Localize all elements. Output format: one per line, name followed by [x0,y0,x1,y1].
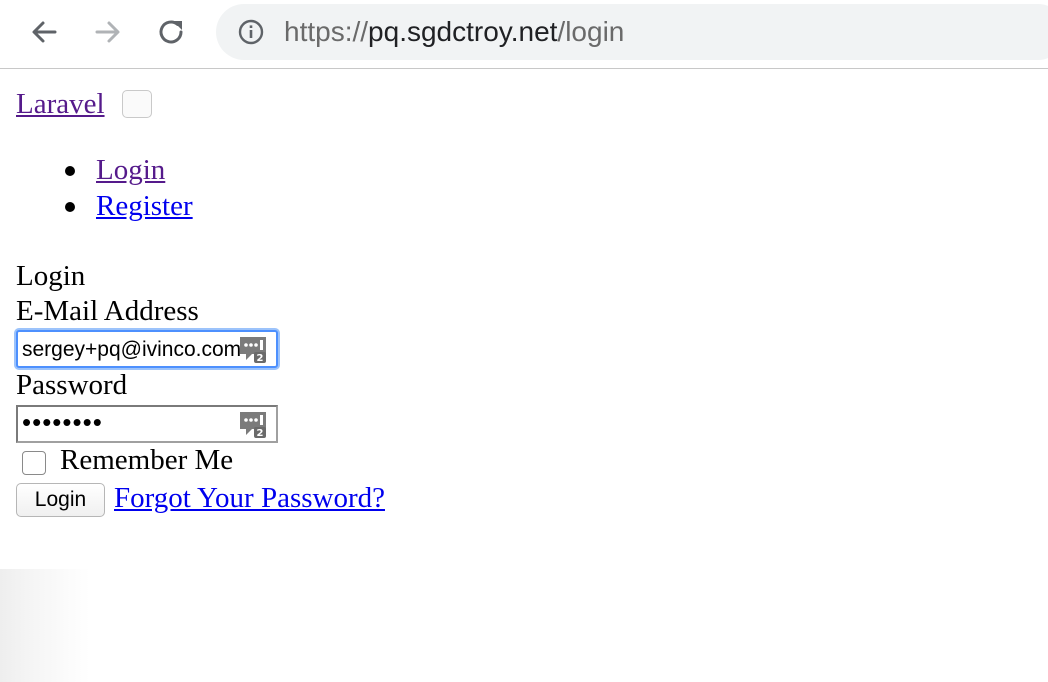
url-scheme: https:// [284,16,369,47]
browser-toolbar: https://pq.sgdctroy.net/login [0,0,1048,69]
password-input[interactable]: •••••••• 2 [16,405,278,443]
remember-me-checkbox[interactable] [22,451,46,475]
info-icon[interactable] [238,19,264,45]
url-text[interactable]: https://pq.sgdctroy.net/login [284,16,624,48]
url-path: /login [557,16,625,47]
nav-register-link[interactable]: Register [96,190,193,222]
navbar-links: Login Register [0,153,193,225]
navbar-toggler-button[interactable] [122,90,152,118]
remember-me-label[interactable]: Remember Me [60,443,233,477]
password-label: Password [16,369,128,401]
back-button[interactable] [26,14,62,50]
arrow-left-icon [32,21,57,43]
email-input-value: sergey+pq@ivinco.com [22,338,242,361]
page-content: Laravel Login Register Login E-Mail Addr… [0,69,1048,682]
forgot-password-link[interactable]: Forgot Your Password? [114,481,385,515]
address-bar[interactable]: https://pq.sgdctroy.net/login [216,4,1048,60]
email-label: E-Mail Address [16,295,199,327]
navbar-brand-link[interactable]: Laravel [16,87,105,121]
email-input[interactable]: sergey+pq@ivinco.com 2 [16,330,278,368]
nav-login-link[interactable]: Login [96,154,165,186]
forward-button[interactable] [90,14,126,50]
bullet-icon [65,166,75,176]
svg-text:2: 2 [257,428,264,439]
keypass-icon[interactable]: 2 [236,409,270,439]
page-edge-shadow [0,569,90,682]
password-input-value: •••••••• [22,407,103,437]
nav-item-register: Register [0,189,193,225]
svg-text:2: 2 [257,353,264,364]
arrow-right-icon [95,21,120,43]
url-host: pq.sgdctroy.net [368,16,558,47]
reload-button[interactable] [154,14,190,50]
reload-icon [159,20,183,44]
card-header-title: Login [16,260,86,292]
nav-item-login: Login [0,153,193,189]
bullet-icon [65,202,75,212]
login-submit-button[interactable]: Login [16,483,105,517]
keypass-icon[interactable]: 2 [236,334,270,364]
